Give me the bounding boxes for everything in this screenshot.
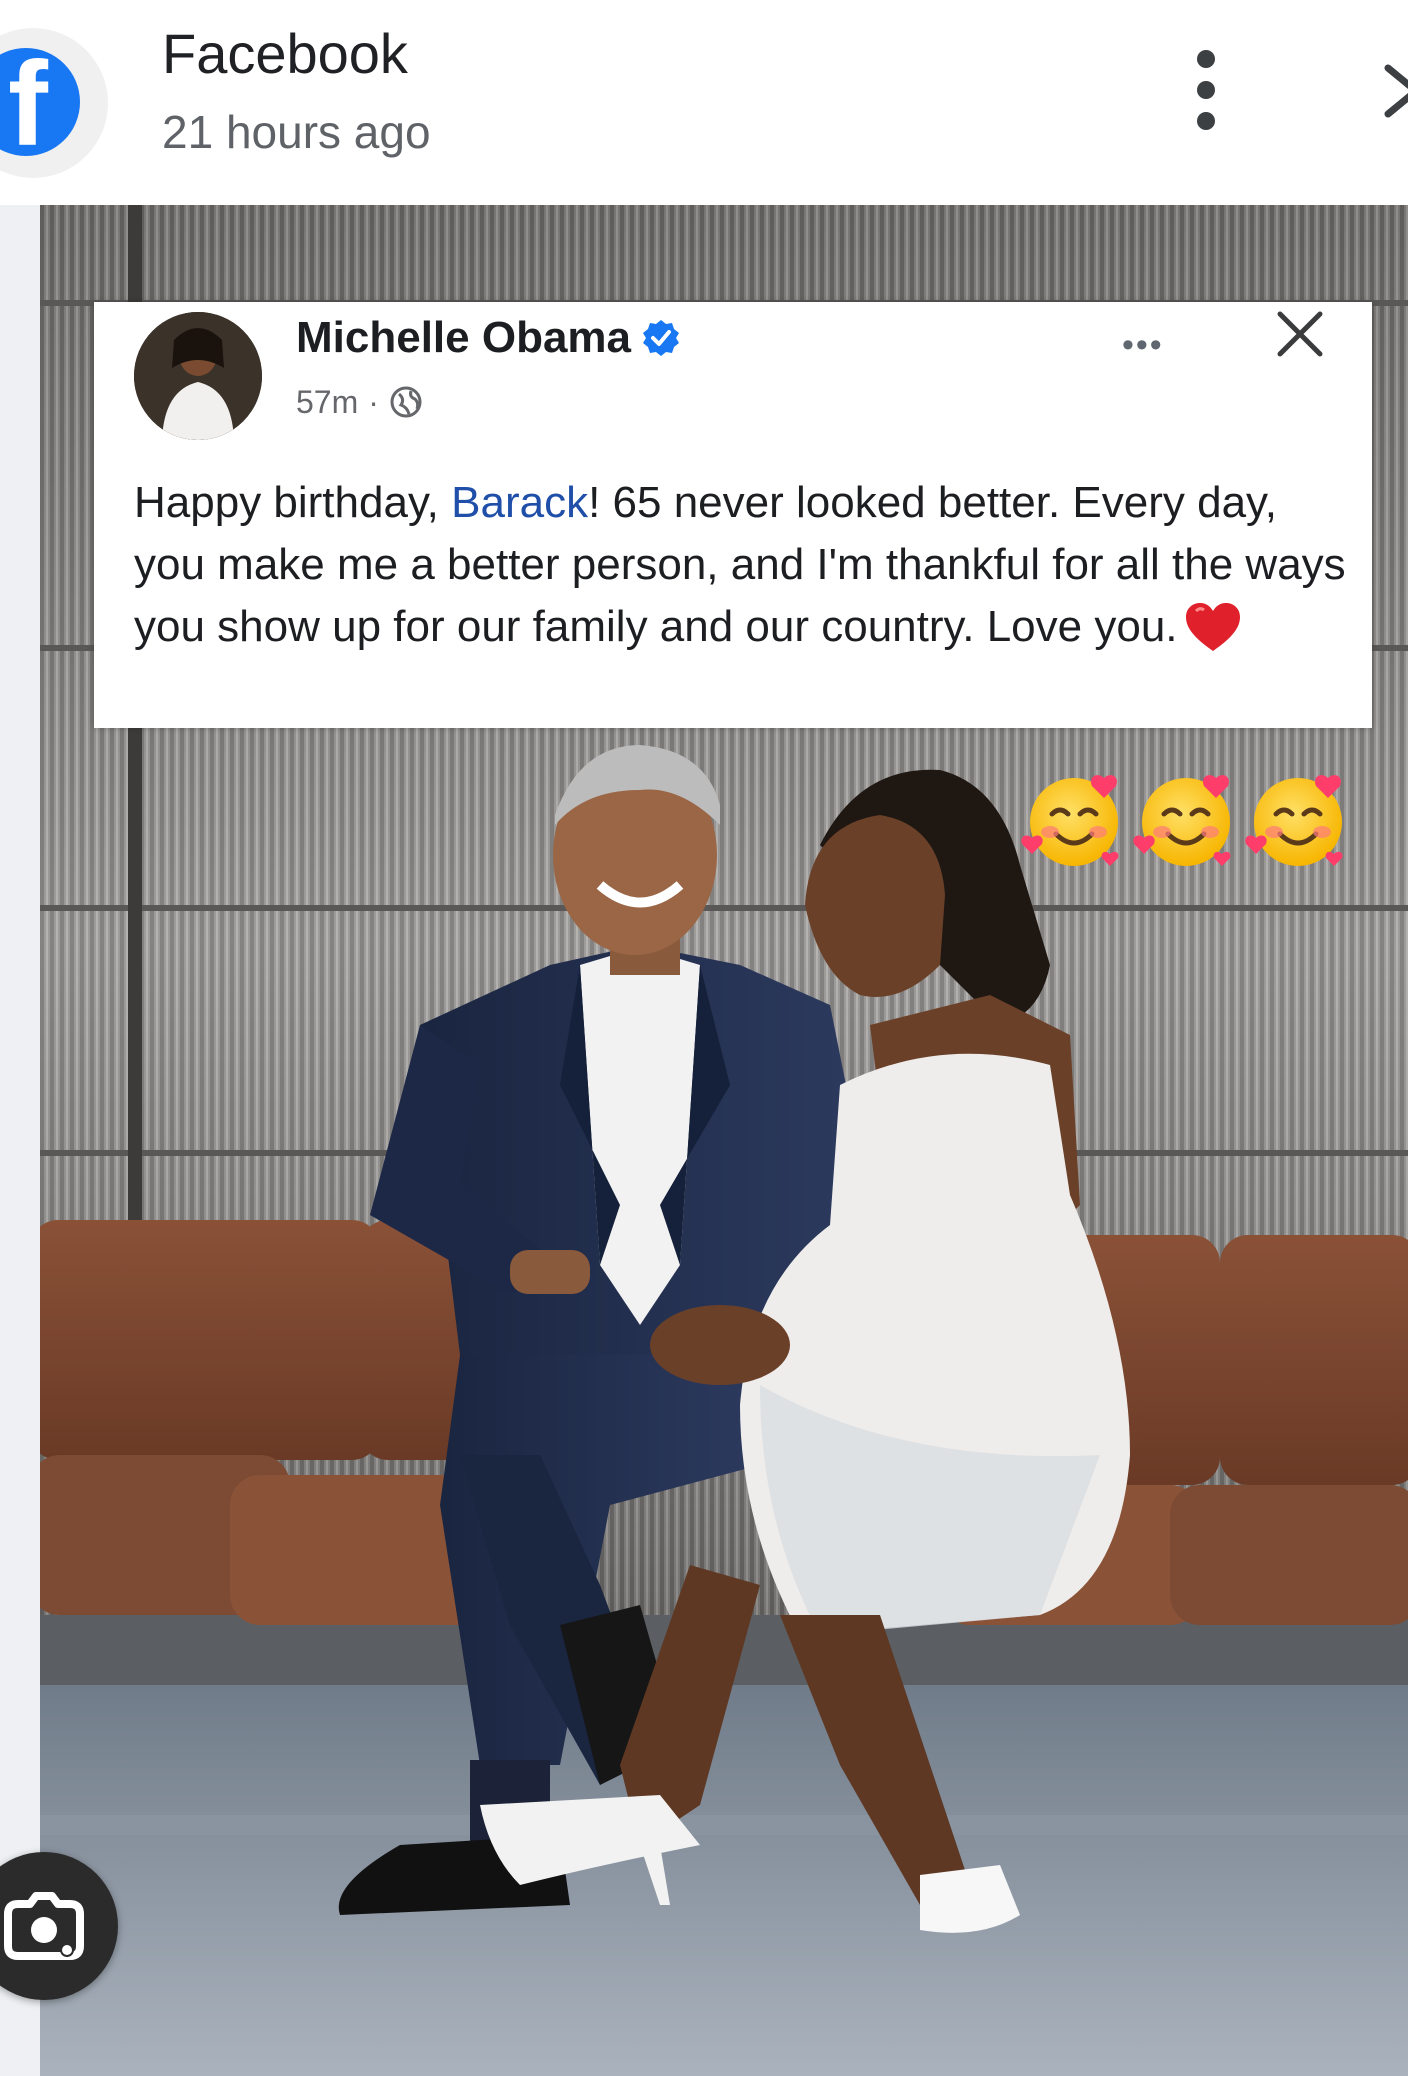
- close-icon[interactable]: [1272, 306, 1328, 362]
- avatar-illustration: [134, 312, 262, 440]
- embedded-post-card: Michelle Obama 57m · ••• Happy birthday,…: [94, 302, 1372, 728]
- close-icon[interactable]: [1382, 56, 1408, 126]
- post-text-start: Happy birthday,: [134, 478, 452, 527]
- lens-camera-icon: [4, 1892, 84, 1960]
- app-title: Facebook: [162, 22, 408, 85]
- smiling-face-with-hearts-icon: [1133, 775, 1231, 866]
- smiling-face-with-hearts-icon: [1021, 775, 1119, 866]
- more-horiz-icon[interactable]: •••: [1122, 326, 1164, 365]
- verified-badge-icon: [643, 320, 680, 356]
- author-avatar[interactable]: [134, 312, 262, 440]
- post-timestamp: 21 hours ago: [162, 106, 431, 158]
- post-age[interactable]: 57m: [296, 382, 358, 422]
- post-text: Happy birthday, Barack! 65 never looked …: [134, 472, 1354, 658]
- notification-header: f Facebook 21 hours ago: [0, 0, 1408, 205]
- meta-separator: ·: [368, 384, 379, 420]
- screen-search-button[interactable]: [0, 1852, 118, 2000]
- emoji-overlay: [1018, 762, 1354, 874]
- screen: f Facebook 21 hours ago Michelle Obama 5…: [0, 0, 1408, 2076]
- more-vert-icon[interactable]: [1186, 50, 1226, 130]
- mention-link[interactable]: Barack: [451, 478, 588, 527]
- red-heart-icon: [1185, 603, 1240, 651]
- smiling-face-with-hearts-icon: [1245, 775, 1343, 866]
- globe-icon: [390, 386, 422, 418]
- left-edge-strip: [0, 205, 40, 2076]
- post-meta: 57m ·: [296, 382, 423, 422]
- author-name[interactable]: Michelle Obama: [296, 310, 631, 366]
- author-name-row: Michelle Obama: [296, 310, 681, 366]
